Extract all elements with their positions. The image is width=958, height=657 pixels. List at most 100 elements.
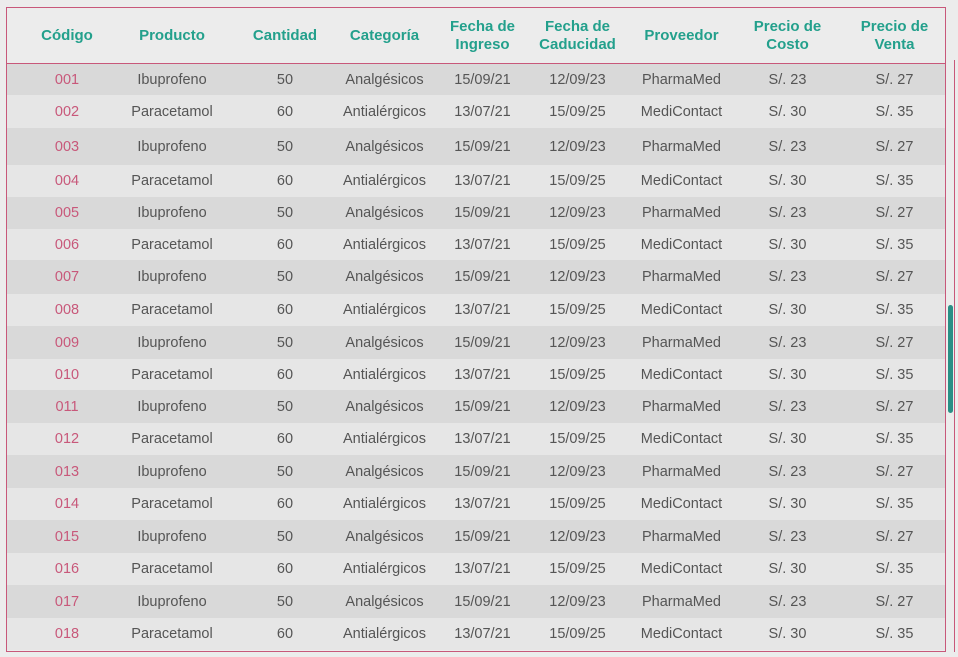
table-row[interactable]: 014 Paracetamol 60 Antialérgicos 13/07/21 15/… [7, 488, 945, 520]
cell-cantidad: 60 [276, 626, 294, 642]
table-row[interactable]: 001 Ibuprofeno 50 Analgésicos 15/09/21 12/09/… [7, 64, 945, 95]
cell-codigo: 004 [54, 173, 80, 189]
cell-producto: Paracetamol [131, 236, 213, 253]
table-row[interactable]: 004 Paracetamol 60 Antialérgicos 13/07/21 15/… [7, 165, 945, 197]
cell-codigo: 009 [54, 334, 80, 351]
cell-codigo: 002 [54, 103, 80, 120]
table-row[interactable]: 012 Paracetamol 60 Antialérgicos 13/07/21 15/… [7, 423, 945, 455]
cell-producto: Paracetamol [131, 496, 213, 512]
cell-proveedor: MediContact [640, 302, 723, 318]
cell-categoria: Antialérgicos [342, 431, 426, 447]
cell-fecha-ingreso: 15/09/21 [454, 205, 511, 221]
cell-fecha-ingreso: 15/09/21 [454, 398, 511, 415]
cell-categoria: Antialérgicos [342, 236, 426, 253]
cell-proveedor: PharmaMed [642, 463, 721, 480]
table-row[interactable]: 007 Ibuprofeno 50 Analgésicos 15/09/21 12/09/… [7, 260, 945, 294]
cell-codigo: 012 [54, 431, 80, 447]
cell-fecha-caducidad: 12/09/23 [549, 463, 606, 480]
cell-precio-costo: S/. 23 [768, 528, 807, 545]
header-proveedor[interactable]: Proveedor [629, 8, 734, 63]
cell-precio-costo: S/. 23 [768, 463, 807, 480]
cell-precio-venta: S/. 35 [875, 236, 914, 253]
cell-codigo: 016 [54, 561, 80, 577]
table-row[interactable]: 018 Paracetamol 60 Antialérgicos 13/07/21 15/… [7, 618, 945, 650]
table-row[interactable]: 002 Paracetamol 60 Antialérgicos 13/07/21 15/… [7, 95, 945, 128]
cell-codigo: 010 [54, 366, 80, 383]
table-row[interactable]: 008 Paracetamol 60 Antialérgicos 13/07/21 15/… [7, 294, 945, 326]
cell-fecha-ingreso: 13/07/21 [454, 366, 511, 383]
cell-proveedor: PharmaMed [642, 398, 721, 415]
cell-producto: Ibuprofeno [137, 334, 207, 351]
cell-cantidad: 50 [276, 269, 294, 285]
header-codigo[interactable]: Código [12, 8, 122, 63]
table-row[interactable]: 003 Ibuprofeno 50 Analgésicos 15/09/21 12/09/… [7, 128, 945, 165]
cell-fecha-caducidad: 12/09/23 [549, 334, 606, 351]
cell-codigo: 015 [54, 528, 80, 545]
cell-cantidad: 50 [276, 528, 294, 545]
cell-fecha-ingreso: 13/07/21 [454, 302, 511, 318]
cell-codigo: 007 [54, 269, 80, 285]
table-row[interactable]: 015 Ibuprofeno 50 Analgésicos 15/09/21 12/09/… [7, 520, 945, 553]
table-row[interactable]: 011 Ibuprofeno 50 Analgésicos 15/09/21 12/09/… [7, 390, 945, 423]
cell-precio-costo: S/. 23 [768, 334, 807, 351]
table-row[interactable]: 006 Paracetamol 60 Antialérgicos 13/07/21 15/… [7, 229, 945, 260]
table-row[interactable]: 009 Ibuprofeno 50 Analgésicos 15/09/21 12/09/… [7, 326, 945, 359]
cell-precio-venta: S/. 27 [875, 528, 914, 545]
table-row[interactable]: 005 Ibuprofeno 50 Analgésicos 15/09/21 12/09/… [7, 197, 945, 229]
cell-codigo: 018 [54, 626, 80, 642]
cell-precio-costo: S/. 23 [768, 205, 807, 221]
cell-producto: Paracetamol [131, 626, 213, 642]
table-row[interactable]: 010 Paracetamol 60 Antialérgicos 13/07/21 15/… [7, 359, 945, 390]
cell-codigo: 003 [54, 138, 80, 155]
cell-fecha-caducidad: 12/09/23 [549, 528, 606, 545]
cell-categoria: Analgésicos [345, 593, 424, 610]
cell-precio-costo: S/. 23 [768, 138, 807, 155]
cell-fecha-ingreso: 13/07/21 [454, 431, 511, 447]
cell-fecha-caducidad: 12/09/23 [549, 138, 606, 155]
cell-categoria: Antialérgicos [342, 103, 426, 120]
cell-cantidad: 60 [276, 561, 294, 577]
cell-precio-venta: S/. 27 [875, 269, 914, 285]
cell-fecha-ingreso: 15/09/21 [454, 269, 511, 285]
cell-precio-venta: S/. 35 [875, 302, 914, 318]
vertical-scrollbar[interactable] [948, 305, 953, 413]
header-producto[interactable]: Producto [117, 8, 227, 63]
cell-producto: Ibuprofeno [137, 593, 207, 610]
cell-fecha-ingreso: 13/07/21 [454, 626, 511, 642]
cell-proveedor: MediContact [640, 173, 723, 189]
cell-categoria: Antialérgicos [342, 366, 426, 383]
cell-producto: Paracetamol [131, 103, 213, 120]
cell-fecha-caducidad: 12/09/23 [549, 398, 606, 415]
frame-right-border [954, 60, 955, 652]
cell-codigo: 013 [54, 463, 80, 480]
cell-codigo: 017 [54, 593, 80, 610]
header-fecha-ingreso[interactable]: Fecha de Ingreso [435, 8, 530, 63]
cell-fecha-ingreso: 13/07/21 [454, 236, 511, 253]
cell-precio-costo: S/. 30 [768, 302, 807, 318]
cell-codigo: 001 [54, 71, 80, 88]
cell-categoria: Antialérgicos [342, 173, 426, 189]
cell-cantidad: 50 [276, 205, 294, 221]
header-cantidad[interactable]: Cantidad [235, 8, 335, 63]
cell-cantidad: 50 [276, 334, 294, 351]
cell-cantidad: 50 [276, 71, 294, 88]
table-row[interactable]: 013 Ibuprofeno 50 Analgésicos 15/09/21 12/09/… [7, 455, 945, 488]
header-categoria[interactable]: Categoría [332, 8, 437, 63]
cell-fecha-ingreso: 13/07/21 [454, 496, 511, 512]
cell-proveedor: MediContact [640, 103, 723, 120]
cell-proveedor: PharmaMed [642, 138, 721, 155]
header-precio-venta[interactable]: Precio de Venta [842, 8, 947, 63]
cell-precio-venta: S/. 27 [875, 463, 914, 480]
header-precio-costo[interactable]: Precio de Costo [735, 8, 840, 63]
cell-producto: Ibuprofeno [137, 269, 207, 285]
table-row[interactable]: 016 Paracetamol 60 Antialérgicos 13/07/21 15/… [7, 553, 945, 585]
cell-fecha-ingreso: 13/07/21 [454, 173, 511, 189]
cell-precio-costo: S/. 23 [768, 71, 807, 88]
cell-fecha-caducidad: 12/09/23 [549, 269, 606, 285]
cell-fecha-caducidad: 15/09/25 [549, 173, 606, 189]
header-fecha-caducidad[interactable]: Fecha de Caducidad [530, 8, 625, 63]
cell-proveedor: MediContact [640, 496, 723, 512]
table-row[interactable]: 017 Ibuprofeno 50 Analgésicos 15/09/21 12/09/… [7, 585, 945, 618]
cell-proveedor: PharmaMed [642, 71, 721, 88]
cell-categoria: Antialérgicos [342, 302, 426, 318]
